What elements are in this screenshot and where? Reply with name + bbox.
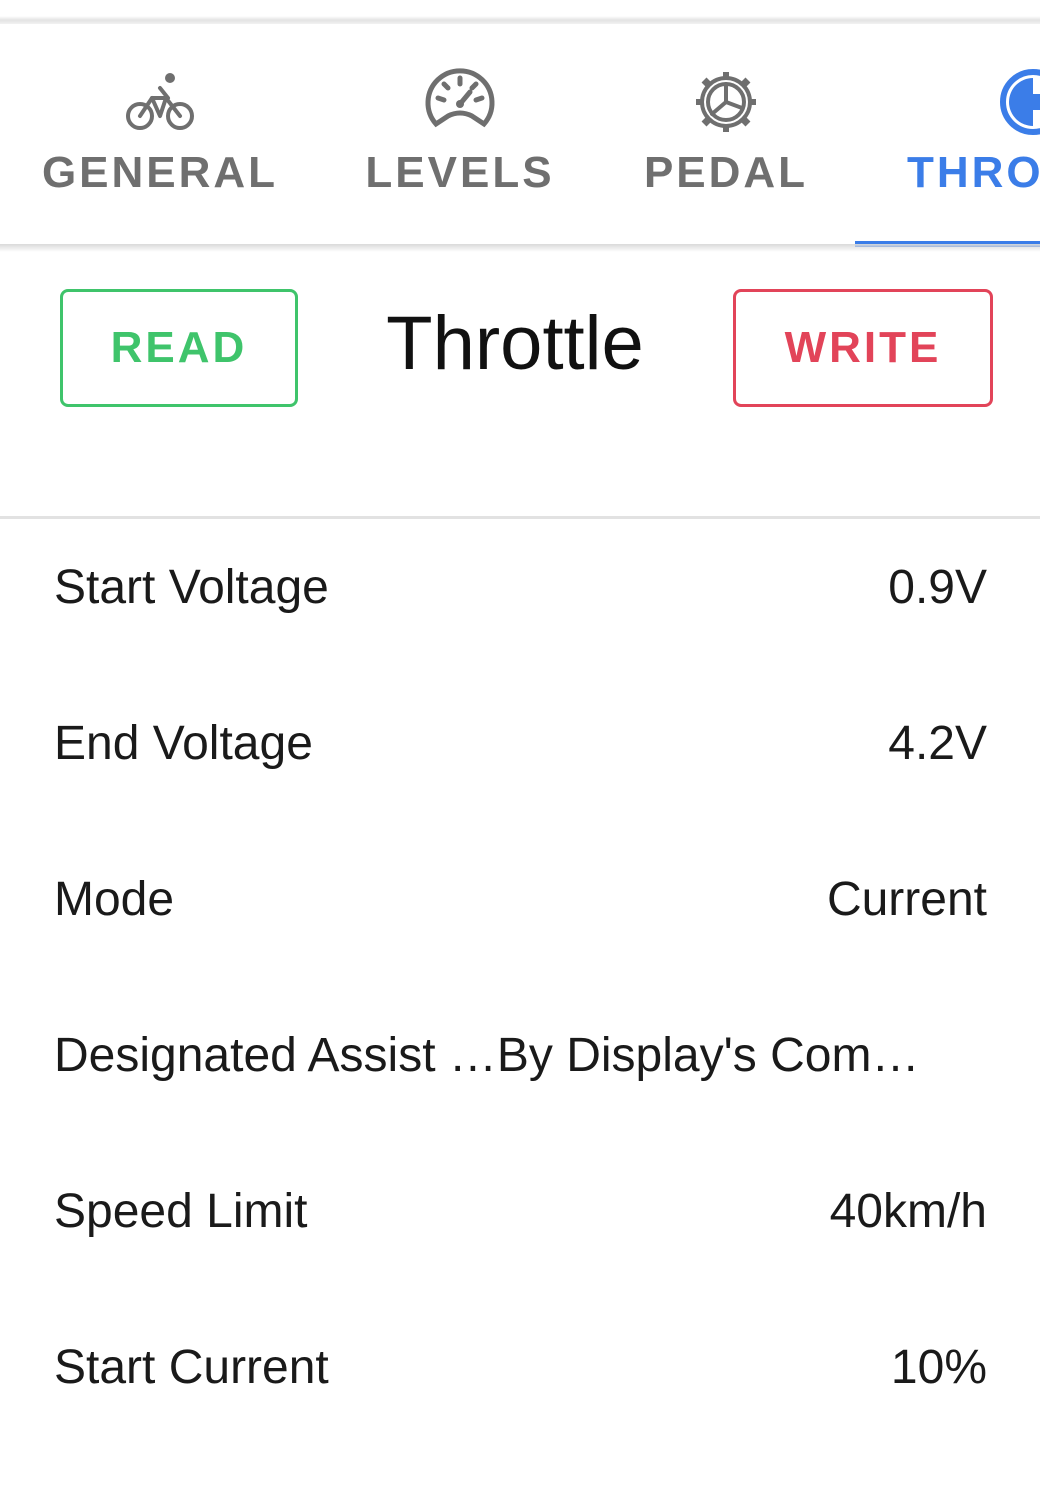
read-button[interactable]: READ xyxy=(60,289,298,407)
tab-levels[interactable]: LEVELS xyxy=(340,24,580,246)
tab-throttle-label: THROT xyxy=(907,148,1040,197)
tab-general[interactable]: GENERAL xyxy=(40,24,280,246)
setting-row-designated-assist[interactable]: Designated Assist …By Display's Com… xyxy=(0,988,1040,1144)
setting-label: End Voltage xyxy=(54,717,313,770)
setting-label: Speed Limit xyxy=(54,1185,308,1238)
tab-bar-shadow xyxy=(0,244,1040,252)
write-button[interactable]: WRITE xyxy=(733,289,993,407)
section-divider xyxy=(0,516,1040,519)
setting-value: 40km/h xyxy=(829,1185,987,1238)
setting-row-start-current[interactable]: Start Current 10% xyxy=(0,1300,1040,1456)
setting-value: 0.9V xyxy=(888,561,987,614)
setting-value: 4.2V xyxy=(888,717,987,770)
throttle-icon xyxy=(1000,69,1040,135)
tab-general-label: GENERAL xyxy=(41,148,279,197)
setting-label-truncated: Designated Assist …By Display's Com… xyxy=(54,1029,920,1082)
setting-row-end-voltage[interactable]: End Voltage 4.2V xyxy=(0,676,1040,832)
setting-row-speed-limit[interactable]: Speed Limit 40km/h xyxy=(0,1144,1040,1300)
setting-label: Start Voltage xyxy=(54,561,329,614)
tab-pedal-label: PEDAL xyxy=(643,148,809,197)
tab-throttle[interactable]: THROT xyxy=(905,24,1040,246)
bicycle-icon xyxy=(126,73,194,130)
pedal-gear-icon xyxy=(696,72,756,132)
page-title: Throttle xyxy=(386,301,644,386)
setting-row-mode[interactable]: Mode Current xyxy=(0,832,1040,988)
throttle-settings-screen: GENERAL LEVELS PEDAL THRO READ Throttle … xyxy=(0,0,1040,1500)
setting-value: Current xyxy=(826,873,987,926)
setting-label: Mode xyxy=(54,873,175,926)
status-bar-shadow xyxy=(0,0,1040,24)
setting-row-start-voltage[interactable]: Start Voltage 0.9V xyxy=(0,520,1040,676)
tab-pedal[interactable]: PEDAL xyxy=(606,24,846,246)
tab-levels-label: LEVELS xyxy=(365,148,555,197)
setting-label: Start Current xyxy=(54,1341,329,1394)
speedometer-icon xyxy=(425,68,495,128)
setting-value: 10% xyxy=(890,1341,987,1394)
